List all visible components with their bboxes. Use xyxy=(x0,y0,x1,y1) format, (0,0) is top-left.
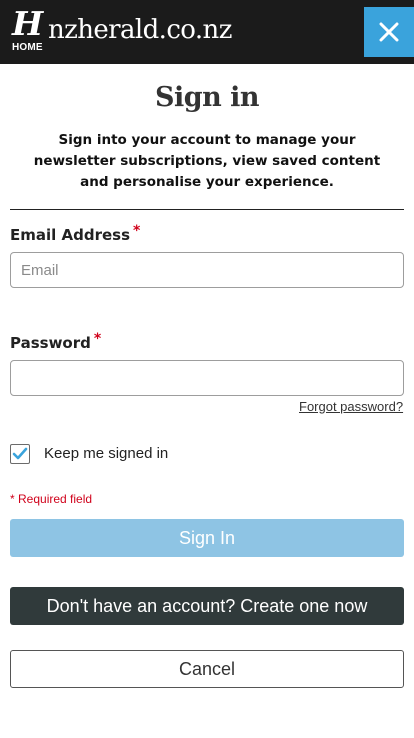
checkmark-icon xyxy=(12,447,28,460)
top-bar: H HOME nzherald.co.nz xyxy=(0,0,414,64)
forgot-password-link[interactable]: Forgot password? xyxy=(299,399,403,414)
page-title: Sign in xyxy=(154,82,260,113)
password-label: Password * xyxy=(10,331,102,352)
keep-signed-in-label[interactable]: Keep me signed in xyxy=(44,445,168,462)
herald-logo-icon: H xyxy=(12,4,44,43)
divider xyxy=(10,209,404,210)
site-name: nzherald.co.nz xyxy=(48,15,232,45)
close-icon xyxy=(379,22,399,42)
required-field-note: * Required field xyxy=(10,492,93,506)
required-marker: * xyxy=(93,331,102,347)
home-link[interactable]: H HOME xyxy=(10,4,44,56)
sign-in-button[interactable]: Sign In xyxy=(10,519,404,557)
email-field[interactable] xyxy=(10,252,404,288)
cancel-button[interactable]: Cancel xyxy=(10,650,404,688)
intro-text: Sign into your account to manage your ne… xyxy=(33,132,381,190)
create-account-button[interactable]: Don't have an account? Create one now xyxy=(10,587,404,625)
email-label: Email Address * xyxy=(10,223,141,244)
close-button[interactable] xyxy=(364,7,414,57)
password-label-text: Password xyxy=(10,334,91,352)
home-label: HOME xyxy=(12,42,43,53)
password-field[interactable] xyxy=(10,360,404,396)
keep-signed-in-checkbox[interactable] xyxy=(10,444,30,464)
email-label-text: Email Address xyxy=(10,226,131,244)
required-marker: * xyxy=(133,223,141,239)
